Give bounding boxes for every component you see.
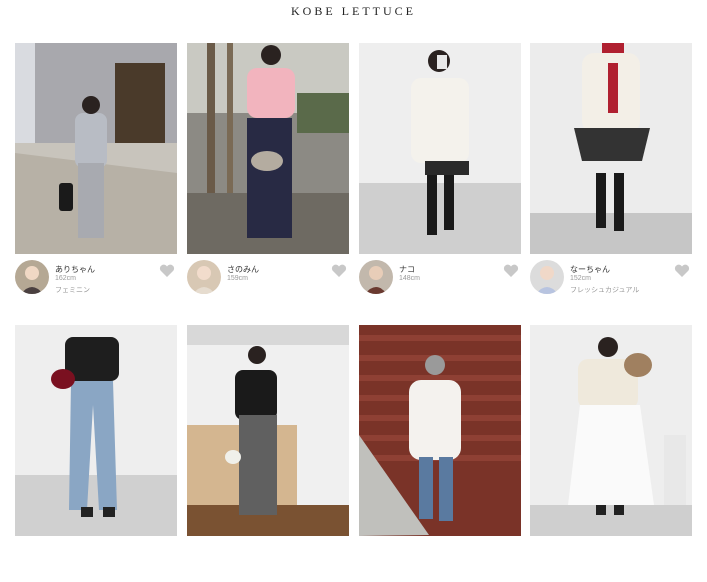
post-meta: ありちゃん 162cm フェミニン [15, 260, 177, 300]
post-photo[interactable] [15, 325, 177, 536]
heart-icon[interactable] [159, 264, 175, 278]
avatar[interactable] [15, 260, 49, 294]
post-meta [359, 542, 521, 582]
user-height: 148cm [399, 275, 421, 282]
post-meta: さのみん 159cm [187, 260, 349, 300]
user-style-tag: フレッシュカジュアル [570, 287, 640, 294]
post-photo[interactable] [359, 325, 521, 536]
heart-icon[interactable] [331, 264, 347, 278]
heart-icon[interactable] [674, 264, 690, 278]
post-meta [187, 542, 349, 582]
avatar[interactable] [530, 260, 564, 294]
post-photo[interactable] [530, 325, 692, 536]
brand-logo[interactable]: KOBE LETTUCE [0, 4, 707, 19]
avatar[interactable] [359, 260, 393, 294]
user-height: 159cm [227, 275, 249, 282]
user-height: 162cm [55, 275, 77, 282]
post-photo[interactable] [530, 43, 692, 254]
post-photo[interactable] [359, 43, 521, 254]
post-photo[interactable] [187, 43, 349, 254]
post-photo[interactable] [15, 43, 177, 254]
user-name[interactable]: ナコ [399, 264, 415, 275]
post-meta: ナコ 148cm [359, 260, 521, 300]
post-photo[interactable] [187, 325, 349, 536]
post-meta [15, 542, 177, 582]
user-name[interactable]: ありちゃん [55, 264, 95, 275]
avatar[interactable] [187, 260, 221, 294]
user-height: 152cm [570, 275, 592, 282]
post-meta: なーちゃん 152cm フレッシュカジュアル [530, 260, 692, 300]
user-style-tag: フェミニン [55, 287, 90, 294]
user-name[interactable]: なーちゃん [570, 264, 610, 275]
post-meta [530, 542, 692, 582]
heart-icon[interactable] [503, 264, 519, 278]
user-name[interactable]: さのみん [227, 264, 259, 275]
